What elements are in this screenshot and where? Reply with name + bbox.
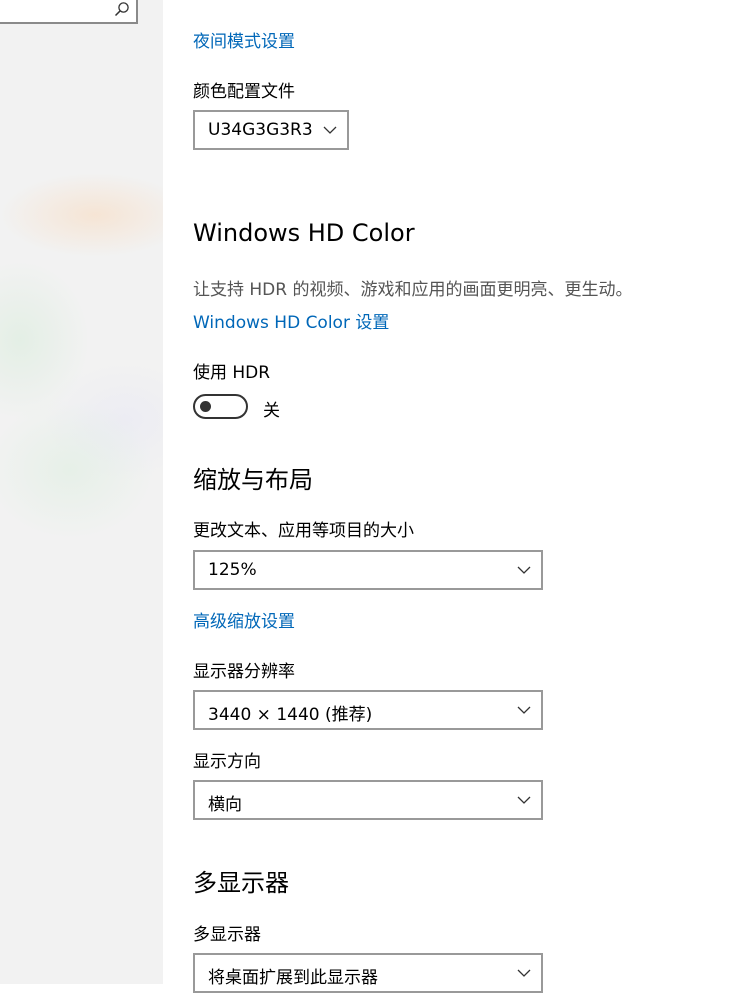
resolution-value: 3440 × 1440 (推荐) bbox=[208, 705, 373, 725]
chevron-down-icon bbox=[517, 969, 531, 977]
hd-color-description: 让支持 HDR 的视频、游戏和应用的画面更明亮、更生动。 bbox=[193, 280, 633, 300]
scale-layout-heading: 缩放与布局 bbox=[193, 466, 313, 494]
resolution-dropdown[interactable]: 3440 × 1440 (推荐) bbox=[193, 690, 543, 730]
color-profile-value: U34G3G3R3 bbox=[208, 120, 313, 140]
chevron-down-icon bbox=[517, 566, 531, 574]
scale-value: 125% bbox=[208, 560, 257, 580]
multiple-displays-heading: 多显示器 bbox=[193, 869, 289, 897]
scale-label: 更改文本、应用等项目的大小 bbox=[193, 521, 414, 541]
orientation-dropdown[interactable]: 横向 bbox=[193, 780, 543, 820]
chevron-down-icon bbox=[517, 796, 531, 804]
color-profile-label: 颜色配置文件 bbox=[193, 82, 295, 102]
orientation-label: 显示方向 bbox=[193, 752, 261, 772]
resolution-label: 显示器分辨率 bbox=[193, 662, 295, 682]
hd-color-heading: Windows HD Color bbox=[193, 219, 415, 247]
toggle-knob bbox=[200, 401, 211, 412]
search-box[interactable] bbox=[0, 0, 138, 24]
hdr-state-label: 关 bbox=[263, 401, 280, 421]
display-settings-panel: 夜间模式设置 颜色配置文件 U34G3G3R3 Windows HD Color… bbox=[193, 0, 738, 993]
search-icon[interactable] bbox=[114, 1, 130, 17]
color-profile-dropdown[interactable]: U34G3G3R3 bbox=[193, 110, 349, 150]
night-light-settings-link[interactable]: 夜间模式设置 bbox=[193, 27, 295, 52]
hd-color-settings-link[interactable]: Windows HD Color 设置 bbox=[193, 308, 389, 333]
multiple-displays-value: 将桌面扩展到此显示器 bbox=[208, 968, 378, 988]
chevron-down-icon bbox=[517, 706, 531, 714]
advanced-scaling-link[interactable]: 高级缩放设置 bbox=[193, 607, 295, 632]
orientation-value: 横向 bbox=[208, 795, 242, 815]
hdr-toggle[interactable] bbox=[193, 394, 248, 419]
multiple-displays-label: 多显示器 bbox=[193, 925, 261, 945]
sidebar bbox=[0, 0, 163, 984]
scale-dropdown[interactable]: 125% bbox=[193, 550, 543, 590]
multiple-displays-dropdown[interactable]: 将桌面扩展到此显示器 bbox=[193, 953, 543, 993]
hdr-label: 使用 HDR bbox=[193, 363, 271, 383]
chevron-down-icon bbox=[323, 126, 337, 134]
